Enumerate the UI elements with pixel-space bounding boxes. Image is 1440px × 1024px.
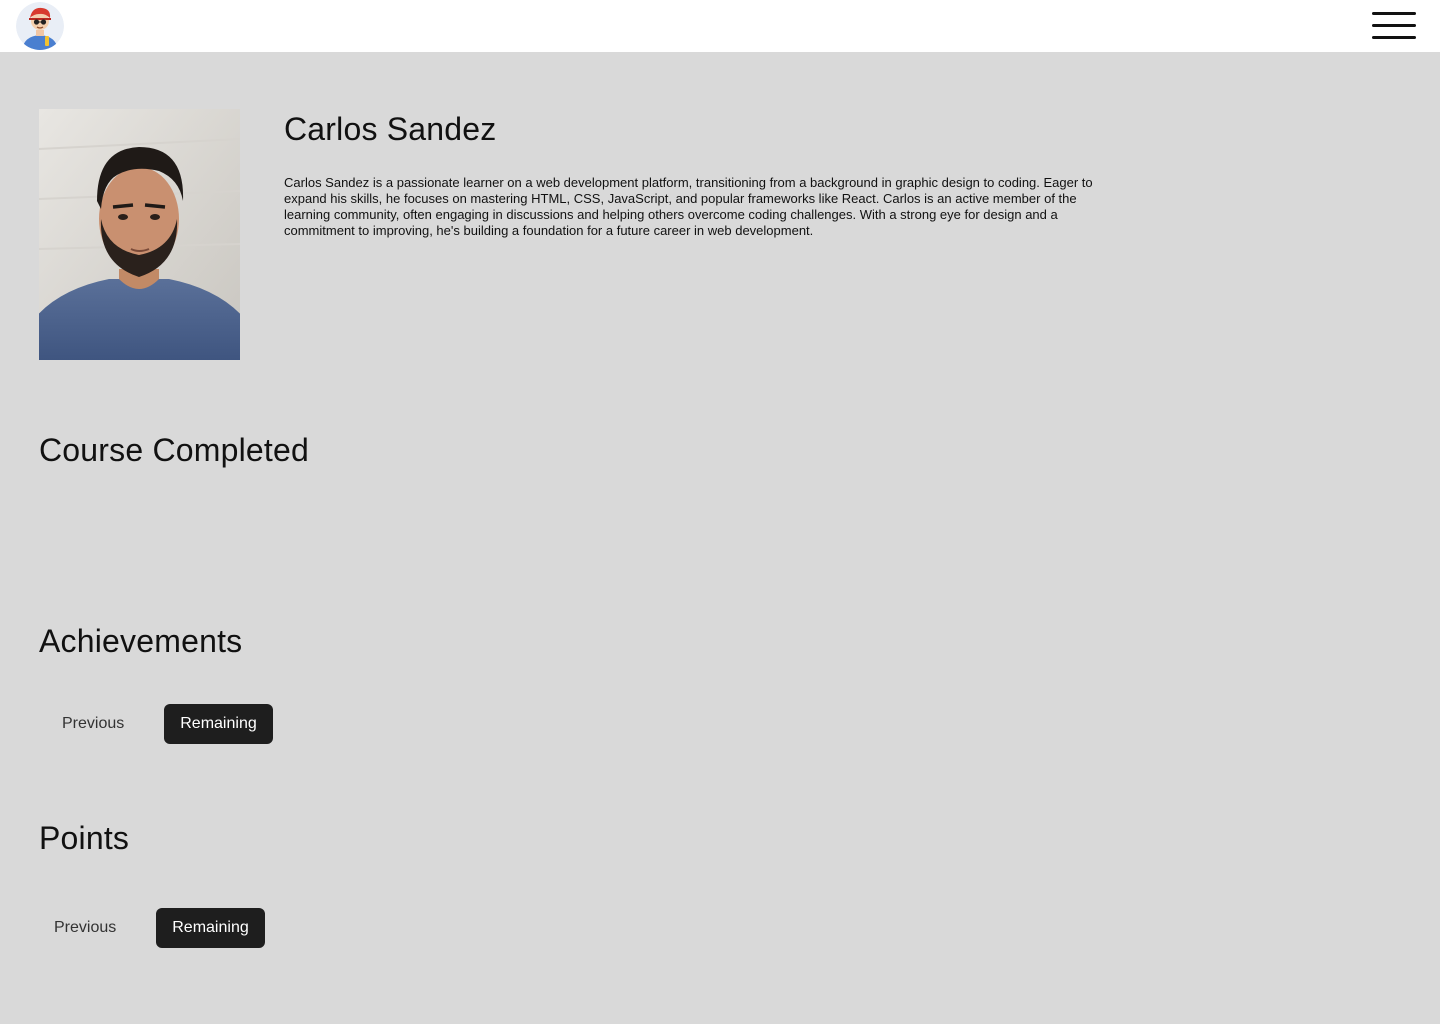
points-heading: Points [39,820,130,856]
menu-line [1372,12,1416,15]
achievements-previous-button[interactable]: Previous [46,704,140,744]
profile-bio: Carlos Sandez is a passionate learner on… [284,175,1093,238]
avatar-mascot-graphic [16,2,64,50]
achievements-toggle: Previous Remaining [46,704,273,744]
profile-photo-graphic [39,109,240,360]
points-toggle: Previous Remaining [38,908,265,948]
course-completed-heading: Course Completed [39,432,309,468]
avatar-mascot-icon[interactable] [16,2,64,50]
menu-line [1372,36,1416,39]
achievements-remaining-button[interactable]: Remaining [164,704,273,744]
menu-line [1372,24,1416,27]
top-navigation-bar [0,0,1440,52]
profile-name: Carlos Sandez [284,111,497,147]
points-previous-button[interactable]: Previous [38,908,132,948]
profile-photo [39,109,240,360]
achievements-heading: Achievements [39,623,243,659]
hamburger-menu-icon[interactable] [1370,8,1418,44]
points-remaining-button[interactable]: Remaining [156,908,265,948]
